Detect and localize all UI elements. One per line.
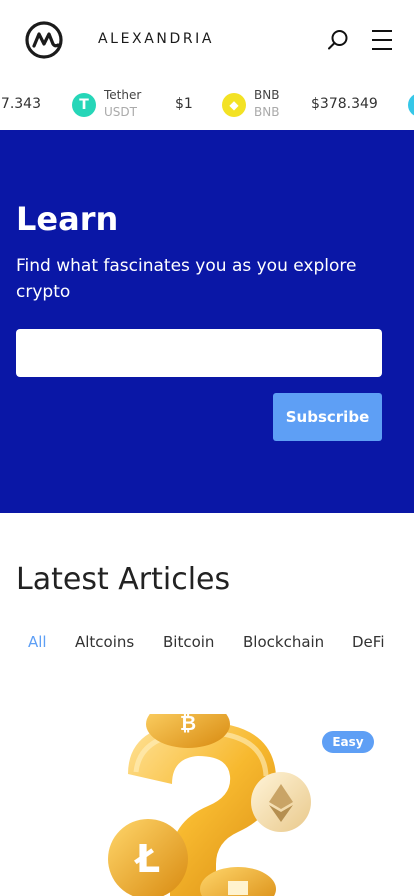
ticker-price: $1 <box>175 96 193 112</box>
learn-hero: Learn Find what fascinates you as you ex… <box>0 130 414 513</box>
bnb-icon: ◆ <box>222 93 246 117</box>
ticker-coin-bnb[interactable]: ◆ BNB BNB <box>222 80 279 130</box>
difficulty-badge: Easy <box>322 731 374 753</box>
coin-name: Tether <box>104 88 142 102</box>
article-category-tabs: All Altcoins Bitcoin Blockchain DeFi <box>0 633 414 657</box>
coin-name: BNB <box>254 88 280 102</box>
tether-icon: T <box>72 93 96 117</box>
brand-name[interactable]: ALEXANDRIA <box>98 31 214 47</box>
ticker-coin-tether[interactable]: T Tether USDT <box>72 80 141 130</box>
coin-symbol: USDT <box>104 105 137 119</box>
site-header: ALEXANDRIA <box>0 0 414 80</box>
email-input[interactable] <box>16 329 382 377</box>
svg-text:Ł: Ł <box>134 837 160 881</box>
tab-blockchain[interactable]: Blockchain <box>243 633 324 651</box>
hero-title: Learn <box>16 200 119 238</box>
price-ticker: $7.343 T Tether USDT $1 ◆ BNB BNB $378.3… <box>0 80 414 130</box>
tab-altcoins[interactable]: Altcoins <box>75 633 134 651</box>
section-title: Latest Articles <box>16 562 231 597</box>
coin-symbol: BNB <box>254 105 280 119</box>
ticker-price: $378.349 <box>311 96 378 112</box>
tab-all[interactable]: All <box>28 633 47 651</box>
hamburger-menu-icon[interactable] <box>370 28 394 52</box>
svg-text:₿: ₿ <box>180 714 196 735</box>
next-coin-icon <box>408 93 414 117</box>
search-icon[interactable] <box>326 28 350 52</box>
tab-bitcoin[interactable]: Bitcoin <box>163 633 214 651</box>
subscribe-button[interactable]: Subscribe <box>273 393 382 441</box>
coinmarketcap-logo-icon[interactable] <box>24 20 64 60</box>
ticker-price: $7.343 <box>0 96 41 112</box>
tab-defi[interactable]: DeFi <box>352 633 384 651</box>
hero-subtitle: Find what fascinates you as you explore … <box>16 256 357 302</box>
